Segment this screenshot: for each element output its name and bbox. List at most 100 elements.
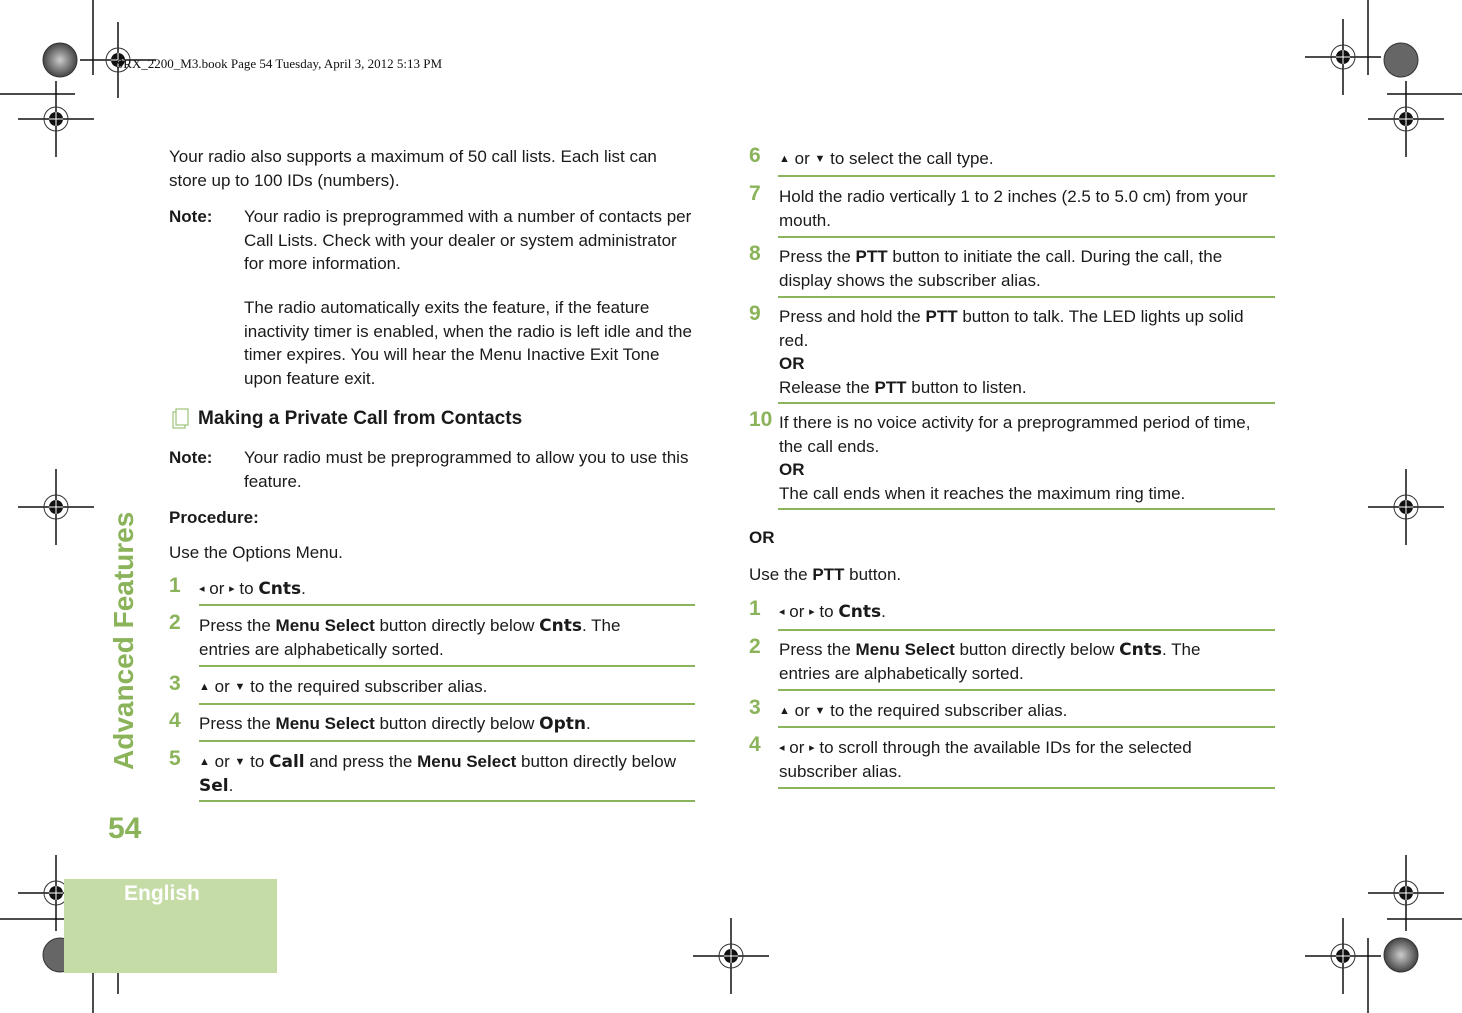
step-text: button to listen.: [906, 377, 1027, 397]
step-number: 5: [169, 747, 181, 770]
step-text: button directly below: [516, 752, 677, 771]
lcd-label: Cnts: [258, 579, 302, 599]
step-number: 3: [749, 696, 761, 719]
method2-intro: Use the PTT button.: [749, 563, 901, 587]
note-call-lists: Note: Your radio is preprogrammed with a…: [169, 205, 699, 395]
up-arrow-icon: ▲: [779, 705, 790, 717]
lcd-label: Sel: [199, 776, 229, 796]
step-text: to: [239, 579, 254, 598]
left-arrow-icon: ◂: [199, 583, 205, 595]
step-number: 6: [749, 144, 761, 167]
step-divider: [199, 703, 695, 705]
up-arrow-icon: ▲: [199, 681, 210, 693]
section-title: Making a Private Call from Contacts: [172, 408, 522, 430]
step-number: 1: [749, 597, 761, 620]
step-number: 10: [749, 408, 773, 431]
step-text: or: [209, 579, 225, 598]
step-divider: [778, 175, 1275, 177]
step-text: .: [586, 714, 591, 733]
down-arrow-icon: ▼: [234, 756, 246, 768]
step-text: .: [228, 776, 234, 795]
step-divider: [778, 787, 1275, 789]
step-divider: [199, 740, 695, 742]
document-icon: [172, 408, 189, 429]
step-number: 4: [749, 733, 761, 756]
up-arrow-icon: ▲: [199, 756, 210, 768]
step-divider: [778, 726, 1275, 728]
step-divider: [778, 236, 1275, 238]
step-divider: [778, 296, 1275, 298]
down-arrow-icon: ▼: [814, 153, 826, 165]
left-arrow-icon: ◂: [779, 742, 785, 754]
step-number: 8: [749, 242, 761, 265]
step-number: 1: [169, 574, 181, 597]
menu-select-label: Menu Select: [275, 714, 375, 733]
step-divider: [778, 402, 1275, 404]
step-text: Press the: [199, 616, 276, 635]
note-text-timer: The radio automatically exits the featur…: [244, 298, 692, 388]
step-text: or: [789, 738, 805, 757]
menu-select-label: Menu Select: [275, 616, 375, 635]
section-title-text: Making a Private Call from Contacts: [198, 408, 523, 429]
step-number: 2: [749, 635, 761, 658]
step-text: button directly below: [374, 616, 540, 635]
note-label: Note:: [169, 448, 213, 467]
step-text: Press and hold the: [779, 307, 926, 326]
note-preprogrammed: Note: Your radio must be preprogrammed t…: [169, 446, 699, 494]
or-label: OR: [779, 460, 805, 479]
left-arrow-icon: ◂: [779, 606, 785, 618]
step-text: button.: [844, 565, 902, 584]
step-text: Release the: [779, 377, 875, 397]
step-divider: [199, 800, 695, 802]
step-text: button directly below: [374, 714, 540, 733]
step-text: or: [214, 677, 230, 696]
lcd-label: Cnts: [838, 602, 882, 622]
method-intro: Use the Options Menu.: [169, 543, 343, 562]
step-divider: [199, 604, 695, 606]
step-divider: [778, 508, 1275, 510]
ptt-label: PTT: [855, 247, 888, 266]
step-text: If there is no voice activity for a prep…: [779, 413, 1251, 456]
menu-select-label: Menu Select: [855, 640, 955, 659]
step-number: 3: [169, 672, 181, 695]
step-text: The call ends when it reaches the maximu…: [779, 483, 1186, 503]
page-number: 54: [108, 812, 142, 845]
note-text: Your radio is preprogrammed with a numbe…: [244, 207, 692, 273]
step-text: Press the: [779, 247, 856, 266]
right-arrow-icon: ▸: [229, 583, 235, 595]
down-arrow-icon: ▼: [234, 681, 246, 693]
step-divider: [199, 665, 695, 667]
step-text: Press the: [779, 640, 856, 659]
or-label: OR: [779, 354, 805, 373]
procedure-label: Procedure:: [169, 508, 259, 527]
step-text: to the required subscriber alias.: [830, 701, 1068, 720]
step-divider: [778, 629, 1275, 631]
step-divider: [778, 689, 1275, 691]
step-number: 4: [169, 709, 181, 732]
step-text: Press the: [199, 714, 276, 733]
language-label: English: [124, 882, 200, 905]
lcd-label: Cnts: [1119, 640, 1162, 660]
intro-paragraph: Your radio also supports a maximum of 50…: [169, 147, 657, 190]
up-arrow-icon: ▲: [779, 153, 790, 165]
right-arrow-icon: ▸: [809, 742, 815, 754]
step-text: or: [789, 602, 805, 621]
step-text: to scroll through the available IDs for …: [779, 738, 1192, 781]
step-text: Use the: [749, 565, 813, 584]
chapter-title: Advanced Features: [108, 511, 139, 770]
lcd-label: Cnts: [539, 616, 582, 636]
menu-select-label: Menu Select: [417, 752, 517, 771]
or-separator: OR: [749, 528, 775, 547]
note-text: Your radio must be preprogrammed to allo…: [244, 448, 689, 491]
step-text: or: [214, 752, 230, 771]
step-text: Hold the radio vertically 1 to 2 inches …: [779, 187, 1248, 230]
lcd-label: Optn: [539, 714, 587, 734]
step-text: to select the call type.: [830, 149, 994, 168]
ptt-label: PTT: [812, 565, 845, 584]
book-info-header: SRX_2200_M3.book Page 54 Tuesday, April …: [116, 56, 442, 71]
step-number: 2: [169, 611, 181, 634]
ptt-label: PTT: [874, 377, 907, 397]
step-text: to the required subscriber alias.: [250, 677, 488, 696]
step-number: 9: [749, 302, 761, 325]
step-text: .: [301, 579, 306, 598]
